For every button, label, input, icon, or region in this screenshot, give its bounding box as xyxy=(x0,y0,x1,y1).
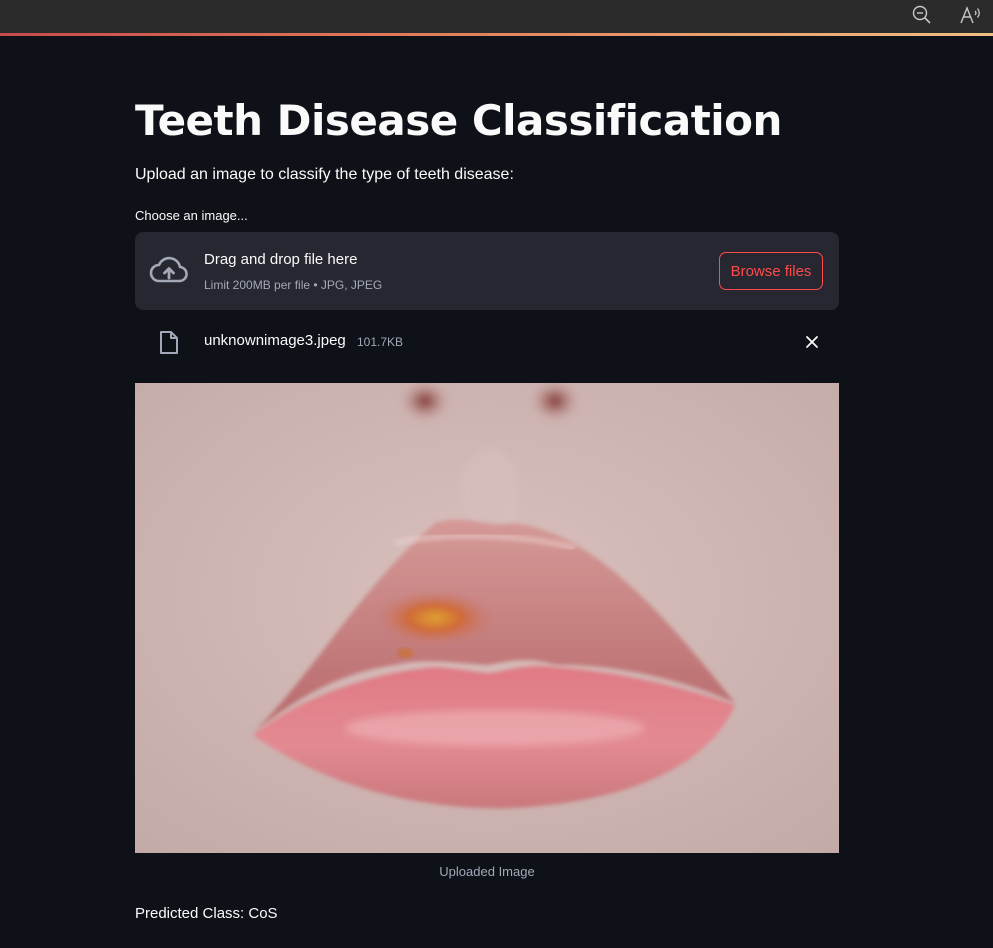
file-icon xyxy=(160,331,178,354)
dropzone-limit: Limit 200MB per file • JPG, JPEG xyxy=(204,278,383,292)
image-caption: Uploaded Image xyxy=(439,864,535,879)
remove-file-button[interactable] xyxy=(801,331,823,353)
browser-toolbar xyxy=(0,0,993,33)
file-size: 101.7KB xyxy=(357,335,404,349)
prediction-result: Predicted Class: CoS xyxy=(135,905,278,922)
file-name: unknownimage3.jpeg xyxy=(204,332,346,349)
page-subtitle: Upload an image to classify the type of … xyxy=(135,166,514,183)
uploaded-file-row: unknownimage3.jpeg 101.7KB xyxy=(135,322,839,362)
close-icon xyxy=(806,336,818,348)
page-title: Teeth Disease Classification xyxy=(135,96,782,145)
uploaded-image xyxy=(135,383,839,853)
read-aloud-icon[interactable] xyxy=(958,2,984,28)
browse-files-button[interactable]: Browse files xyxy=(719,252,823,290)
uploader-label: Choose an image... xyxy=(135,208,248,223)
file-dropzone[interactable]: Drag and drop file here Limit 200MB per … xyxy=(135,232,839,310)
dropzone-title: Drag and drop file here xyxy=(204,251,358,268)
zoom-out-icon[interactable] xyxy=(909,2,935,28)
cloud-upload-icon xyxy=(149,256,188,283)
header-decoration xyxy=(0,33,993,36)
